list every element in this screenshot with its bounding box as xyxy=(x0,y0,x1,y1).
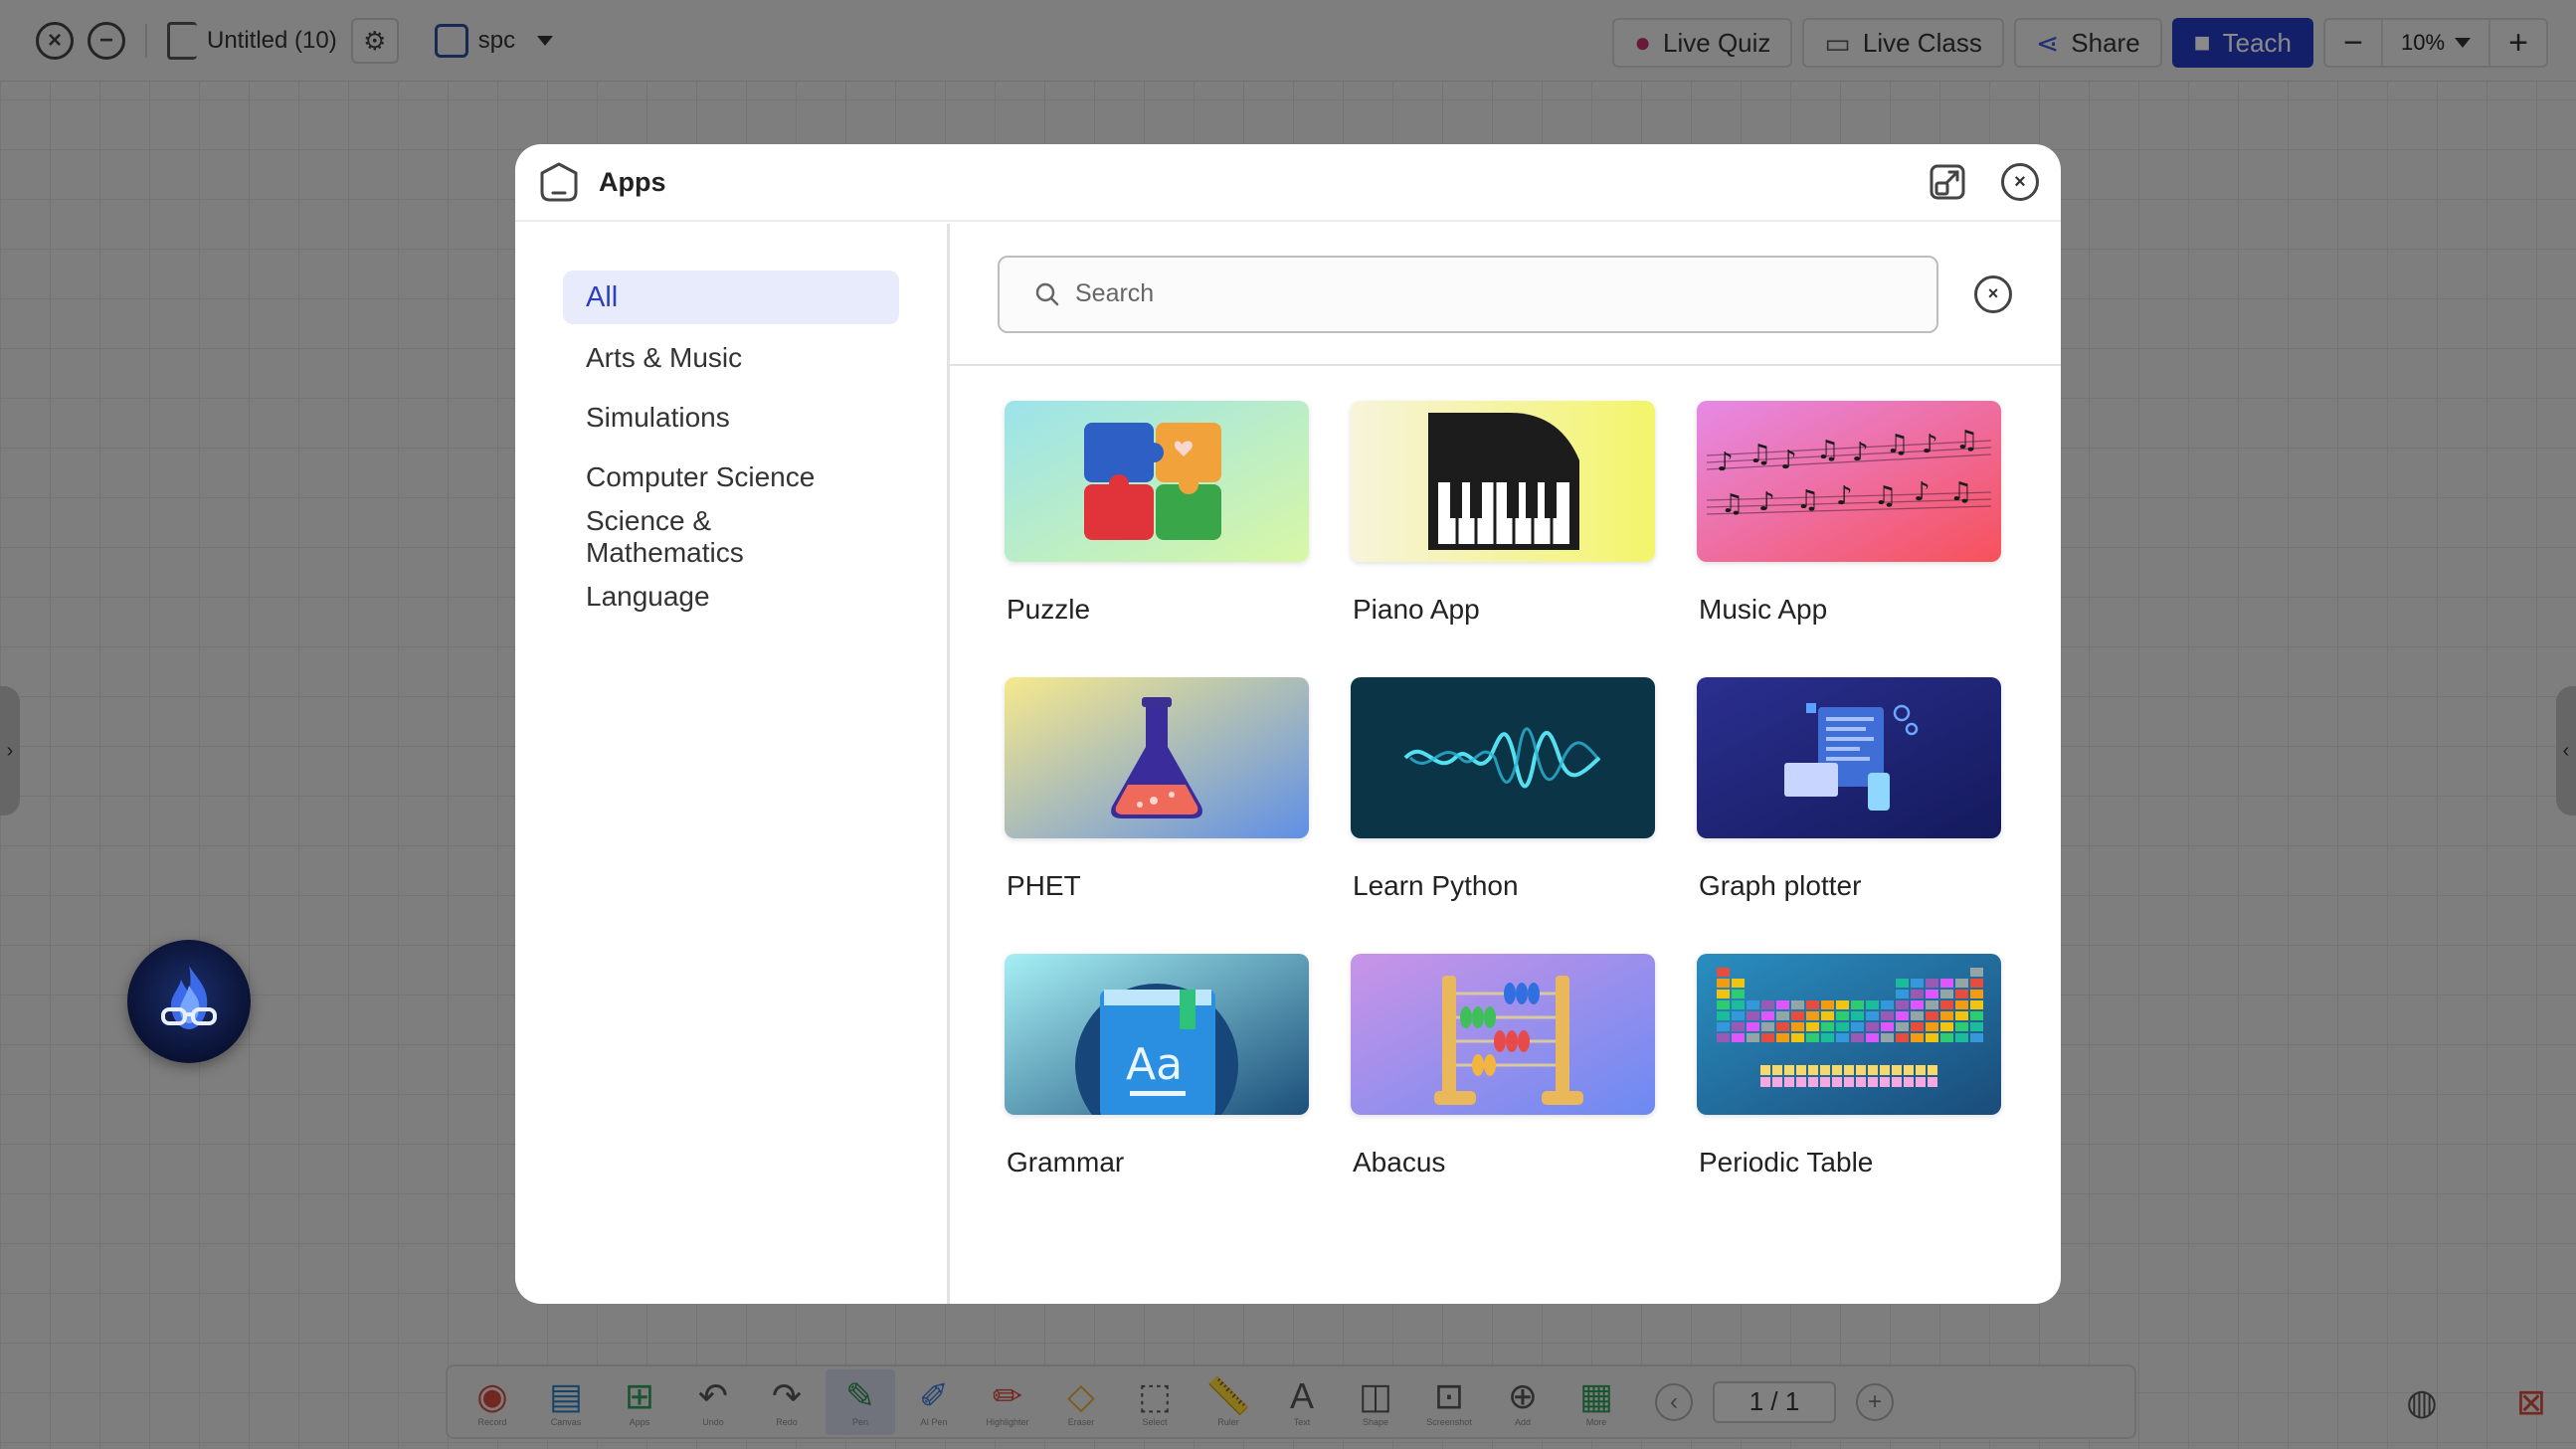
app-label: Piano App xyxy=(1353,594,1480,625)
close-modal-icon[interactable]: × xyxy=(2001,163,2039,201)
app-label: Learn Python xyxy=(1353,870,1519,901)
svg-text:♪: ♪ xyxy=(1852,438,1869,467)
apps-grid: Puzzle Piano App ♪ ♫ ♪ ♫ ♪ ♫ ♪ ♫ ♫ ♪ ♫ ♪… xyxy=(1005,401,2001,1230)
apps-modal: Apps × All Arts & Music Simulations Comp… xyxy=(515,144,2061,1304)
app-card-piano[interactable]: Piano App xyxy=(1351,401,1655,677)
svg-text:♪: ♪ xyxy=(1914,477,1931,507)
svg-text:Aa: Aa xyxy=(1126,1039,1183,1090)
search-placeholder: Search xyxy=(1075,279,1155,307)
app-card-phet[interactable]: PHET xyxy=(1005,677,1309,954)
svg-text:♫: ♫ xyxy=(1874,481,1897,511)
search-icon xyxy=(1035,282,1059,305)
category-simulations[interactable]: Simulations xyxy=(563,388,899,448)
category-all[interactable]: All xyxy=(563,271,899,324)
svg-text:♫: ♫ xyxy=(1955,426,1978,455)
modal-header: Apps × xyxy=(515,144,2061,222)
svg-text:♫: ♫ xyxy=(1816,436,1839,465)
flask-thumbnail[interactable] xyxy=(1005,677,1309,838)
abacus-thumbnail[interactable] xyxy=(1351,954,1655,1115)
svg-text:♫: ♫ xyxy=(1886,430,1909,459)
ai-assistant-button[interactable] xyxy=(127,940,251,1063)
open-external-icon[interactable] xyxy=(1928,162,1967,202)
category-computer-science[interactable]: Computer Science xyxy=(563,448,899,507)
svg-text:♪: ♪ xyxy=(1922,430,1938,459)
svg-text:♪: ♪ xyxy=(1717,448,1734,477)
category-language[interactable]: Language xyxy=(563,567,899,627)
svg-text:♫: ♫ xyxy=(1748,440,1771,469)
app-label: Music App xyxy=(1699,594,1828,625)
svg-text:♪: ♪ xyxy=(1780,446,1797,475)
app-card-periodic-table[interactable]: Periodic Table xyxy=(1697,954,2001,1230)
app-label: Periodic Table xyxy=(1699,1147,1874,1177)
waveform-thumbnail[interactable] xyxy=(1351,677,1655,838)
apps-main-panel: Search × Puzzle Piano App ♪ ♫ ♪ ♫ ♪ ♫ ♪ … xyxy=(950,224,2061,1304)
modal-title: Apps xyxy=(599,166,666,197)
modal-header-actions: × xyxy=(1928,162,2039,202)
app-label: Graph plotter xyxy=(1699,870,1862,901)
flame-glasses-icon xyxy=(161,966,217,1029)
app-label: Abacus xyxy=(1353,1147,1446,1177)
modal-body: All Arts & Music Simulations Computer Sc… xyxy=(515,224,2061,1304)
app-card-abacus[interactable]: Abacus xyxy=(1351,954,1655,1230)
app-label: PHET xyxy=(1007,870,1081,901)
svg-text:♫: ♫ xyxy=(1796,485,1819,515)
clear-search-icon[interactable]: × xyxy=(1974,274,2012,313)
app-label: Grammar xyxy=(1007,1147,1125,1177)
category-sidebar: All Arts & Music Simulations Computer Sc… xyxy=(515,224,950,1304)
music-notes-thumbnail[interactable]: ♪ ♫ ♪ ♫ ♪ ♫ ♪ ♫ ♫ ♪ ♫ ♪ ♫ ♪ ♫ xyxy=(1697,401,2001,562)
category-science-mathematics[interactable]: Science & Mathematics xyxy=(563,505,899,568)
svg-text:♪: ♪ xyxy=(1836,481,1853,511)
app-label: Puzzle xyxy=(1007,594,1091,625)
app-card-learn-python[interactable]: Learn Python xyxy=(1351,677,1655,954)
app-card-grammar[interactable]: Aa Grammar xyxy=(1005,954,1309,1230)
svg-text:♫: ♫ xyxy=(1721,489,1744,519)
devices-thumbnail[interactable] xyxy=(1697,677,2001,838)
svg-text:♫: ♫ xyxy=(1949,477,1972,507)
book-thumbnail[interactable]: Aa xyxy=(1005,954,1309,1115)
app-card-puzzle[interactable]: Puzzle xyxy=(1005,401,1309,677)
app-card-graph-plotter[interactable]: Graph plotter xyxy=(1697,677,2001,954)
apps-icon xyxy=(540,162,578,202)
svg-text:♪: ♪ xyxy=(1758,487,1775,517)
search-row: Search × xyxy=(950,224,2061,366)
piano-thumbnail[interactable] xyxy=(1351,401,1655,562)
search-input[interactable]: Search xyxy=(998,255,1938,333)
periodic-table-thumbnail[interactable] xyxy=(1697,954,2001,1115)
category-arts-music[interactable]: Arts & Music xyxy=(563,328,899,388)
puzzle-thumbnail[interactable] xyxy=(1005,401,1309,562)
app-card-music[interactable]: ♪ ♫ ♪ ♫ ♪ ♫ ♪ ♫ ♫ ♪ ♫ ♪ ♫ ♪ ♫ Music App xyxy=(1697,401,2001,677)
